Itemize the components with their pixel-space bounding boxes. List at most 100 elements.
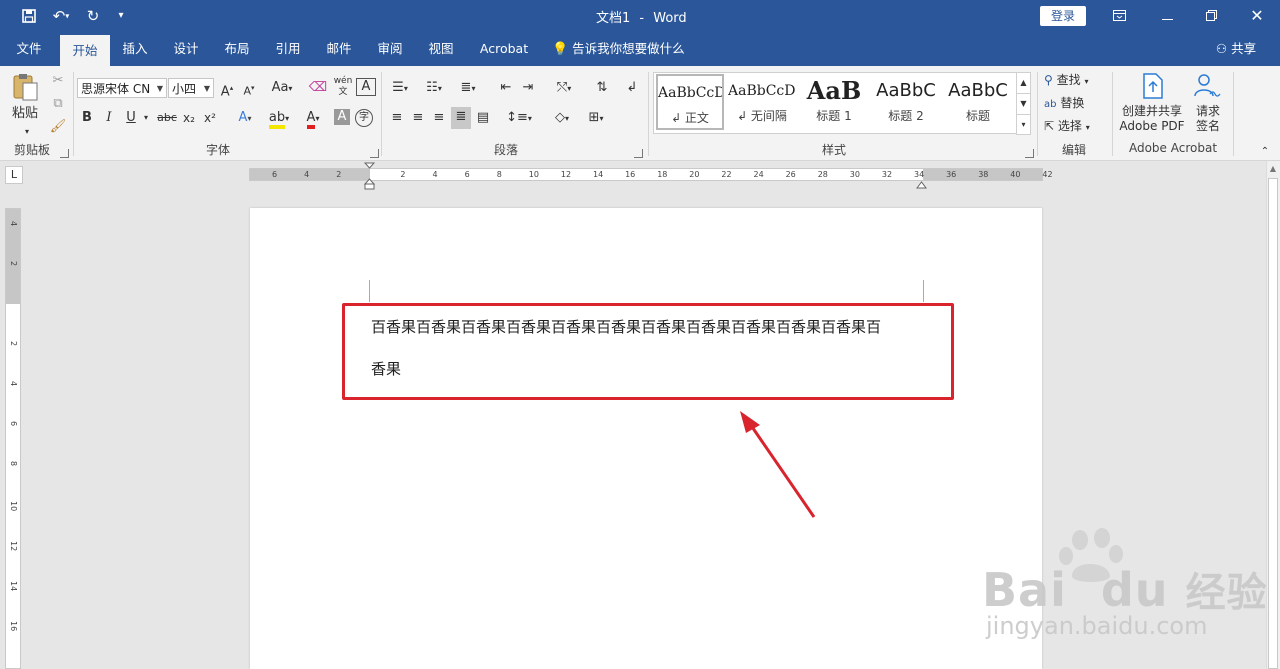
collapse-ribbon-icon[interactable]: ⌃ xyxy=(1258,142,1272,162)
tell-me-box[interactable]: 💡 告诉我你想要做什么 xyxy=(552,32,692,66)
clipboard-launcher-icon[interactable] xyxy=(60,149,69,158)
font-size-combo[interactable]: 小四 ▼ xyxy=(168,78,214,98)
replace-button[interactable]: ab 替换 xyxy=(1044,93,1106,113)
login-button[interactable]: 登录 xyxy=(1040,6,1086,26)
gallery-more-icon[interactable]: ▾ xyxy=(1016,114,1031,135)
underline-dropdown-icon[interactable]: ▾ xyxy=(141,108,151,128)
create-share-pdf-button[interactable]: 创建并共享 Adobe PDF xyxy=(1116,104,1188,136)
superscript-button[interactable]: x² xyxy=(201,108,219,128)
scroll-up-icon[interactable]: ▲ xyxy=(1268,164,1278,174)
minimize-icon[interactable] xyxy=(1156,0,1178,32)
strikethrough-button[interactable]: abc xyxy=(156,108,178,128)
vertical-ruler[interactable]: 4 2 2 4 6 8 10 12 14 16 xyxy=(5,208,21,669)
divider xyxy=(648,72,649,156)
close-icon[interactable]: ✕ xyxy=(1246,0,1268,32)
justify-icon[interactable]: ≣ xyxy=(451,107,471,129)
ruler-label: 4 xyxy=(304,170,310,179)
request-signature-button[interactable]: 请求 签名 xyxy=(1188,104,1228,136)
paste-dropdown-icon[interactable]: ▾ xyxy=(20,122,34,142)
tab-selector[interactable]: L xyxy=(5,166,23,184)
tab-insert[interactable]: 插入 xyxy=(114,32,156,66)
tab-references[interactable]: 引用 xyxy=(267,32,309,66)
select-button[interactable]: ⇱ 选择 ▾ xyxy=(1044,116,1106,136)
styles-launcher-icon[interactable] xyxy=(1025,149,1034,158)
underline-button[interactable]: U xyxy=(123,108,139,128)
share-button[interactable]: ⚇ 共享 xyxy=(1208,32,1264,66)
tab-file[interactable]: 文件 xyxy=(8,32,50,66)
style-heading-2[interactable]: AaBbC 标题 2 xyxy=(872,74,940,132)
increase-indent-icon[interactable]: ⇥ xyxy=(518,78,538,98)
ruler-label: 24 xyxy=(753,170,764,179)
tab-acrobat[interactable]: Acrobat xyxy=(474,32,534,66)
replace-icon: ab xyxy=(1044,99,1057,110)
watermark-url: jingyan.baidu.com xyxy=(986,612,1208,640)
tab-home[interactable]: 开始 xyxy=(60,35,110,66)
paste-button[interactable]: 粘贴 xyxy=(8,104,42,124)
shrink-font-icon[interactable]: A▾ xyxy=(240,78,258,98)
indent-marker[interactable] xyxy=(363,162,376,190)
shading-icon[interactable]: ◇▾ xyxy=(548,108,576,128)
multilevel-list-icon[interactable]: ≣▾ xyxy=(454,78,482,98)
numbering-icon[interactable]: ☷▾ xyxy=(420,78,448,98)
style-heading-1[interactable]: AaB 标题 1 xyxy=(800,74,868,132)
lightbulb-icon: 💡 xyxy=(552,42,569,57)
paragraph-launcher-icon[interactable] xyxy=(634,149,643,158)
restore-icon[interactable] xyxy=(1200,0,1222,32)
style-normal[interactable]: AaBbCcDd ↲ 正文 xyxy=(656,74,724,130)
ruler-label: 30 xyxy=(849,170,860,179)
highlight-icon[interactable]: ab▾ xyxy=(264,108,294,129)
copy-icon[interactable]: ⧉ xyxy=(48,94,68,114)
tab-mailings[interactable]: 邮件 xyxy=(318,32,360,66)
align-left-icon[interactable]: ≡ xyxy=(388,108,406,128)
save-icon[interactable] xyxy=(18,0,40,34)
ribbon-display-icon[interactable] xyxy=(1108,0,1130,32)
tab-view[interactable]: 视图 xyxy=(420,32,462,66)
borders-icon[interactable]: ⊞▾ xyxy=(582,108,610,128)
bold-button[interactable]: B xyxy=(79,108,95,128)
italic-button[interactable]: I xyxy=(101,108,117,128)
char-border-icon[interactable]: A xyxy=(356,78,376,96)
char-shading-icon[interactable]: A xyxy=(334,109,350,125)
undo-icon[interactable]: ↶▾ xyxy=(48,0,74,33)
change-case-button[interactable]: Aa▾ xyxy=(268,78,296,98)
font-launcher-icon[interactable] xyxy=(370,149,379,158)
align-center-icon[interactable]: ≡ xyxy=(409,108,427,128)
cut-icon[interactable]: ✂ xyxy=(48,71,68,91)
chinese-layout-icon[interactable]: ⤲▾ xyxy=(550,78,578,98)
tab-layout[interactable]: 布局 xyxy=(216,32,258,66)
style-title[interactable]: AaBbC 标题 xyxy=(944,74,1012,132)
text-effects-icon[interactable]: A▾ xyxy=(232,108,258,128)
redo-icon[interactable]: ↻ xyxy=(82,0,104,32)
format-painter-icon[interactable]: 🖌 xyxy=(48,117,68,137)
scrollbar-thumb[interactable] xyxy=(1268,178,1278,669)
paste-icon[interactable] xyxy=(10,72,40,102)
document-page[interactable] xyxy=(250,208,1042,669)
subscript-button[interactable]: x₂ xyxy=(180,108,198,128)
show-marks-icon[interactable]: ↲ xyxy=(624,78,640,98)
gallery-down-icon[interactable]: ▼ xyxy=(1016,93,1031,115)
customize-icon[interactable]: ▾ xyxy=(112,0,130,32)
ruler-label: 12 xyxy=(9,541,18,552)
font-color-icon[interactable]: A▾ xyxy=(298,108,328,129)
clear-format-icon[interactable]: ⌫ xyxy=(308,78,328,98)
tab-review[interactable]: 审阅 xyxy=(369,32,411,66)
phonetic-guide-icon[interactable]: wén 文 xyxy=(333,76,353,97)
ruler-label: 28 xyxy=(817,170,828,179)
find-button[interactable]: ⚲ 查找 ▾ xyxy=(1044,70,1106,90)
line-spacing-icon[interactable]: ↕≡▾ xyxy=(505,108,533,128)
decrease-indent-icon[interactable]: ⇤ xyxy=(496,78,516,98)
ruler-label: 4 xyxy=(9,381,18,387)
bullets-icon[interactable]: ☰▾ xyxy=(386,78,414,98)
style-no-spacing[interactable]: AaBbCcDd ↲ 无间隔 xyxy=(728,74,796,132)
create-pdf-icon[interactable] xyxy=(1140,72,1166,100)
align-right-icon[interactable]: ≡ xyxy=(430,108,448,128)
grow-font-icon[interactable]: A▴ xyxy=(218,78,236,99)
tab-design[interactable]: 设计 xyxy=(165,32,207,66)
right-indent-marker[interactable] xyxy=(916,174,927,189)
sort-icon[interactable]: ⇅ xyxy=(592,78,612,98)
font-name-combo[interactable]: 思源宋体 CN ▼ xyxy=(77,78,167,98)
gallery-up-icon[interactable]: ▲ xyxy=(1016,72,1031,94)
enclose-char-icon[interactable]: 字 xyxy=(355,109,373,127)
distributed-icon[interactable]: ▤ xyxy=(474,108,492,128)
request-signature-icon[interactable] xyxy=(1192,72,1224,100)
